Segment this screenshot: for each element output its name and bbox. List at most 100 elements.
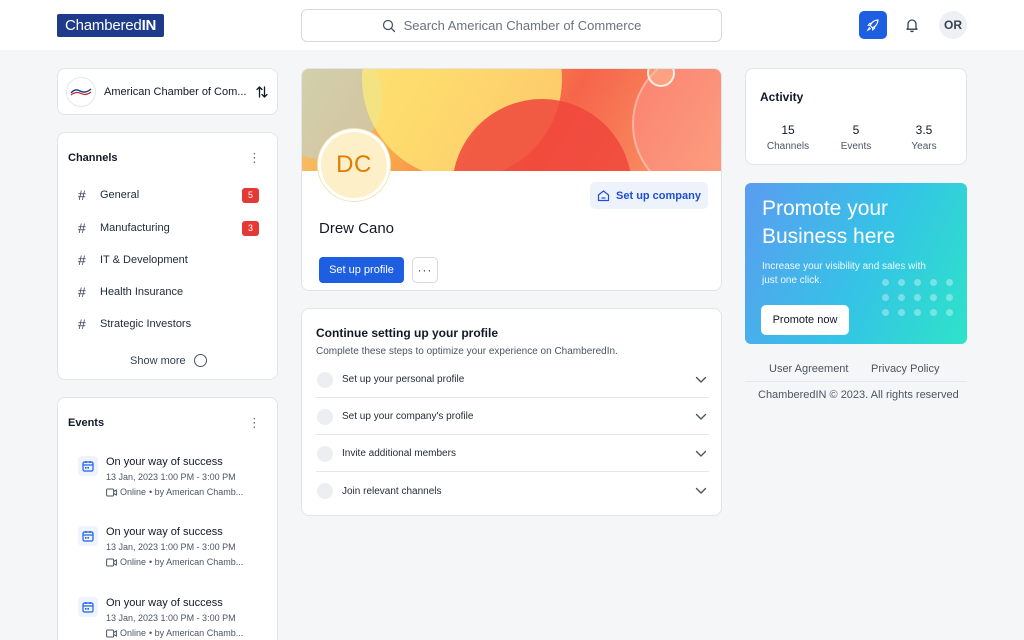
more-options-button[interactable]: ···	[412, 257, 438, 283]
video-icon	[106, 629, 117, 637]
stat-label: Channels	[766, 141, 810, 152]
user-avatar[interactable]: OR	[939, 11, 967, 39]
setup-profile-button[interactable]: Set up profile	[319, 257, 404, 283]
setup-company-button[interactable]: Set up company	[590, 182, 708, 209]
top-bar: ChamberedIN Search American Chamber of C…	[0, 0, 1024, 50]
search-icon	[382, 19, 395, 32]
logo-suffix: IN	[141, 17, 157, 34]
setup-company-label: Set up company	[616, 189, 701, 202]
channel-label: Strategic Investors	[100, 318, 192, 330]
channel-item-general[interactable]: # General 5	[78, 185, 259, 205]
channels-title: Channels	[68, 152, 118, 164]
bell-icon	[906, 19, 918, 33]
setup-step[interactable]: Join relevant channels	[316, 473, 709, 509]
step-status-icon	[317, 371, 333, 388]
calendar-icon	[78, 526, 98, 546]
org-logo-image	[70, 88, 92, 96]
step-status-icon	[317, 483, 333, 499]
event-title: On your way of success	[106, 526, 223, 538]
org-logo	[66, 77, 96, 107]
setup-title: Continue setting up your profile	[316, 326, 498, 340]
channel-label: IT & Development	[100, 254, 188, 266]
channel-label: General	[100, 189, 140, 201]
event-title: On your way of success	[106, 597, 223, 609]
step-label: Set up your company's profile	[342, 411, 474, 422]
ellipsis-icon: ···	[417, 263, 433, 277]
channel-item-it-development[interactable]: # IT & Development	[78, 250, 259, 270]
channel-label: Health Insurance	[100, 286, 184, 298]
channel-item-strategic-investors[interactable]: # Strategic Investors	[78, 314, 259, 334]
stat-label: Events	[840, 141, 872, 152]
setup-steps-card: Continue setting up your profile Complet…	[301, 308, 722, 516]
channels-menu-icon[interactable]: ⋮	[248, 151, 261, 164]
event-host: • by American Chamb...	[149, 628, 244, 638]
event-host: • by American Chamb...	[149, 487, 244, 497]
search-input[interactable]: Search American Chamber of Commerce	[301, 9, 722, 42]
event-meta: Online • by American Chamb...	[106, 628, 243, 638]
org-switcher[interactable]: American Chamber of Com...	[57, 68, 278, 115]
chevron-down-icon	[695, 487, 707, 494]
calendar-icon	[78, 456, 98, 476]
stat-label: Years	[911, 141, 937, 152]
events-menu-icon[interactable]: ⋮	[248, 416, 261, 429]
setup-step[interactable]: Invite additional members	[316, 436, 709, 472]
logo-prefix: Chambered	[65, 17, 142, 34]
chevron-down-icon	[695, 376, 707, 383]
decorative-dots	[882, 279, 954, 316]
stat-value: 3.5	[915, 123, 933, 137]
channel-item-health-insurance[interactable]: # Health Insurance	[78, 282, 259, 302]
channels-panel: Channels ⋮ # General 5 # Manufacturing 3…	[57, 132, 278, 380]
channel-label: Manufacturing	[100, 222, 170, 234]
unread-badge: 5	[242, 187, 259, 203]
step-label: Join relevant channels	[342, 485, 442, 497]
event-time: 13 Jan, 2023 1:00 PM - 3:00 PM	[106, 613, 236, 623]
stat-years: 3.5 Years	[894, 123, 954, 152]
step-status-icon	[317, 408, 333, 425]
profile-avatar[interactable]: DC	[318, 129, 390, 201]
hash-icon: #	[78, 284, 86, 300]
event-title: On your way of success	[106, 456, 223, 468]
show-more-label: Show more	[130, 354, 186, 367]
video-icon	[106, 558, 117, 566]
building-icon	[597, 190, 610, 202]
promo-title: Promote your Business here	[762, 197, 896, 248]
app-logo[interactable]: ChamberedIN	[57, 14, 165, 37]
profile-name: Drew Cano	[319, 220, 395, 237]
video-icon	[106, 488, 117, 496]
activity-card: Activity 15 Channels 5 Events 3.5 Years	[745, 68, 967, 165]
stat-events[interactable]: 5 Events	[826, 123, 886, 152]
show-more-button[interactable]: Show more	[130, 354, 207, 367]
setup-step[interactable]: Set up your personal profile	[316, 362, 709, 398]
rocket-button[interactable]	[859, 11, 887, 39]
search-placeholder: Search American Chamber of Commerce	[403, 18, 642, 33]
user-initials: OR	[944, 18, 962, 32]
stat-channels[interactable]: 15 Channels	[758, 123, 818, 152]
hash-icon: #	[78, 220, 86, 236]
stat-value: 15	[781, 123, 795, 137]
setup-step[interactable]: Set up your company's profile	[316, 399, 709, 435]
events-title: Events	[68, 417, 105, 429]
step-label: Set up your personal profile	[342, 374, 465, 385]
event-meta: Online • by American Chamb...	[106, 557, 243, 567]
event-time: 13 Jan, 2023 1:00 PM - 3:00 PM	[106, 542, 236, 552]
event-meta: Online • by American Chamb...	[106, 487, 243, 497]
rocket-icon	[866, 19, 879, 32]
promote-now-button[interactable]: Promote now	[761, 305, 849, 335]
step-status-icon	[317, 445, 333, 462]
swap-icon[interactable]	[255, 85, 269, 99]
event-time: 13 Jan, 2023 1:00 PM - 3:00 PM	[106, 472, 236, 482]
notifications-button[interactable]	[904, 17, 920, 38]
event-host: • by American Chamb...	[149, 557, 244, 567]
setup-subtitle: Complete these steps to optimize your ex…	[316, 346, 618, 357]
unread-badge: 3	[242, 220, 259, 236]
loading-circle-icon	[193, 354, 207, 367]
stat-value: 5	[852, 123, 860, 137]
footer-links: User Agreement Privacy Policy	[745, 362, 967, 382]
user-agreement-link[interactable]: User Agreement	[769, 363, 848, 375]
promo-banner: Promote your Business here Increase your…	[745, 183, 967, 344]
profile-initials: DC	[336, 151, 372, 178]
privacy-policy-link[interactable]: Privacy Policy	[871, 363, 939, 375]
events-panel: Events ⋮ On your way of success 13 Jan, …	[57, 397, 278, 640]
calendar-icon	[78, 597, 98, 617]
channel-item-manufacturing[interactable]: # Manufacturing 3	[78, 218, 259, 238]
